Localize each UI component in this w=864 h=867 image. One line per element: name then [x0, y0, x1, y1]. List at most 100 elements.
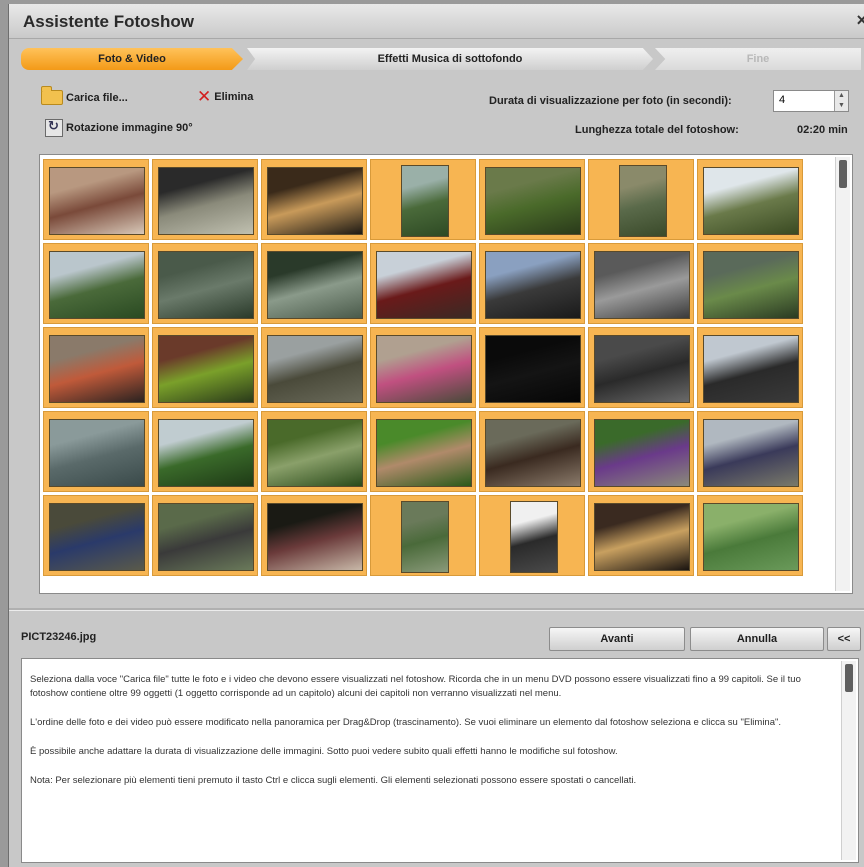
- photo-thumbnail[interactable]: [703, 251, 799, 319]
- photo-thumbnail[interactable]: [267, 503, 363, 571]
- photo-thumbnail-cell[interactable]: [479, 243, 585, 324]
- photo-thumbnail-cell[interactable]: [43, 495, 149, 576]
- photo-thumbnail-cell[interactable]: [479, 495, 585, 576]
- stepper-arrows[interactable]: ▲ ▼: [834, 91, 848, 111]
- photo-thumbnail-cell[interactable]: [43, 327, 149, 408]
- photo-thumbnail[interactable]: [485, 251, 581, 319]
- duration-stepper[interactable]: 4 ▲ ▼: [773, 90, 849, 112]
- cancel-button[interactable]: Annulla: [690, 627, 824, 651]
- photo-thumbnail-cell[interactable]: [261, 495, 367, 576]
- photo-thumbnail[interactable]: [158, 335, 254, 403]
- help-text-panel: Seleziona dalla voce "Carica file" tutte…: [21, 658, 859, 863]
- rotate-button[interactable]: Rotazione immagine 90°: [45, 118, 193, 137]
- photo-thumbnail[interactable]: [376, 251, 472, 319]
- folder-icon: [41, 86, 63, 105]
- down-arrow-icon[interactable]: ▼: [835, 101, 848, 111]
- photo-thumbnail-cell[interactable]: [697, 327, 803, 408]
- grid-scrollbar[interactable]: [835, 157, 850, 591]
- photo-thumbnail[interactable]: [267, 167, 363, 235]
- photo-thumbnail[interactable]: [376, 419, 472, 487]
- photo-thumbnail-cell[interactable]: [152, 411, 258, 492]
- up-arrow-icon[interactable]: ▲: [835, 91, 848, 101]
- photo-thumbnail-cell[interactable]: [697, 159, 803, 240]
- photo-thumbnail-cell[interactable]: [479, 327, 585, 408]
- photo-thumbnail-cell[interactable]: [697, 495, 803, 576]
- photo-thumbnail-cell[interactable]: [152, 495, 258, 576]
- photo-grid-panel: [39, 154, 853, 594]
- next-button[interactable]: Avanti: [549, 627, 685, 651]
- photo-thumbnail-cell[interactable]: [697, 243, 803, 324]
- photo-thumbnail-cell[interactable]: [588, 159, 694, 240]
- divider: [9, 608, 864, 611]
- photo-thumbnail[interactable]: [485, 167, 581, 235]
- photo-thumbnail-cell[interactable]: [588, 495, 694, 576]
- photo-thumbnail[interactable]: [594, 335, 690, 403]
- photo-thumbnail-cell[interactable]: [479, 411, 585, 492]
- load-files-button[interactable]: Carica file...: [41, 86, 128, 105]
- photo-thumbnail[interactable]: [594, 251, 690, 319]
- photo-thumbnail[interactable]: [267, 335, 363, 403]
- photo-thumbnail-cell[interactable]: [370, 243, 476, 324]
- photo-thumbnail[interactable]: [485, 419, 581, 487]
- wizard-window: Assistente Fotoshow × Foto & Video Effet…: [8, 4, 864, 867]
- photo-thumbnail[interactable]: [703, 503, 799, 571]
- photo-thumbnail-cell[interactable]: [152, 327, 258, 408]
- photo-thumbnail[interactable]: [158, 419, 254, 487]
- help-scrollbar[interactable]: [841, 661, 856, 860]
- help-scroll-thumb[interactable]: [845, 664, 853, 692]
- photo-thumbnail[interactable]: [485, 335, 581, 403]
- help-paragraph: Nota: Per selezionare più elementi tieni…: [30, 775, 637, 786]
- photo-thumbnail-cell[interactable]: [261, 327, 367, 408]
- photo-thumbnail[interactable]: [703, 167, 799, 235]
- photo-thumbnail-cell[interactable]: [588, 411, 694, 492]
- photo-thumbnail[interactable]: [703, 335, 799, 403]
- photo-thumbnail[interactable]: [594, 503, 690, 571]
- photo-thumbnail-cell[interactable]: [261, 411, 367, 492]
- close-icon[interactable]: ×: [856, 10, 864, 31]
- step-effects-music[interactable]: Effetti Musica di sottofondo: [247, 48, 653, 70]
- photo-thumbnail-cell[interactable]: [588, 327, 694, 408]
- wizard-steps: Foto & Video Effetti Musica di sottofond…: [21, 48, 861, 70]
- photo-thumbnail[interactable]: [510, 501, 558, 573]
- photo-thumbnail[interactable]: [401, 501, 449, 573]
- photo-thumbnail-cell[interactable]: [152, 159, 258, 240]
- collapse-button[interactable]: <<: [827, 627, 861, 651]
- photo-thumbnail-cell[interactable]: [43, 243, 149, 324]
- photo-thumbnail[interactable]: [158, 167, 254, 235]
- photo-thumbnail[interactable]: [49, 335, 145, 403]
- photo-thumbnail[interactable]: [619, 165, 667, 237]
- photo-thumbnail[interactable]: [49, 167, 145, 235]
- photo-thumbnail-cell[interactable]: [152, 243, 258, 324]
- total-length-value: 02:20 min: [797, 124, 848, 136]
- photo-thumbnail-cell[interactable]: [43, 411, 149, 492]
- photo-thumbnail-cell[interactable]: [43, 159, 149, 240]
- photo-thumbnail[interactable]: [703, 419, 799, 487]
- photo-thumbnail[interactable]: [267, 251, 363, 319]
- window-title: Assistente Fotoshow: [23, 12, 194, 31]
- photo-thumbnail-cell[interactable]: [261, 159, 367, 240]
- photo-thumbnail[interactable]: [49, 251, 145, 319]
- delete-button[interactable]: ✕ Elimina: [197, 88, 253, 105]
- grid-scroll-thumb[interactable]: [839, 160, 847, 188]
- photo-thumbnail-cell[interactable]: [370, 495, 476, 576]
- photo-thumbnail[interactable]: [49, 503, 145, 571]
- photo-thumbnail-cell[interactable]: [261, 243, 367, 324]
- photo-thumbnail[interactable]: [376, 335, 472, 403]
- photo-thumbnail[interactable]: [594, 419, 690, 487]
- step-finish[interactable]: Fine: [655, 48, 861, 70]
- photo-thumbnail-cell[interactable]: [370, 159, 476, 240]
- photo-thumbnail[interactable]: [49, 419, 145, 487]
- photo-thumbnail[interactable]: [158, 251, 254, 319]
- photo-thumbnail-cell[interactable]: [588, 243, 694, 324]
- photo-thumbnail-cell[interactable]: [370, 411, 476, 492]
- load-files-label: Carica file...: [66, 91, 128, 104]
- photo-thumbnail[interactable]: [401, 165, 449, 237]
- photo-thumbnail-cell[interactable]: [697, 411, 803, 492]
- photo-thumbnail[interactable]: [267, 419, 363, 487]
- photo-thumbnail[interactable]: [158, 503, 254, 571]
- photo-thumbnail-cell[interactable]: [479, 159, 585, 240]
- step-photo-video[interactable]: Foto & Video: [21, 48, 243, 70]
- title-bar: Assistente Fotoshow ×: [9, 4, 864, 39]
- help-paragraph: Seleziona dalla voce "Carica file" tutte…: [30, 674, 801, 699]
- photo-thumbnail-cell[interactable]: [370, 327, 476, 408]
